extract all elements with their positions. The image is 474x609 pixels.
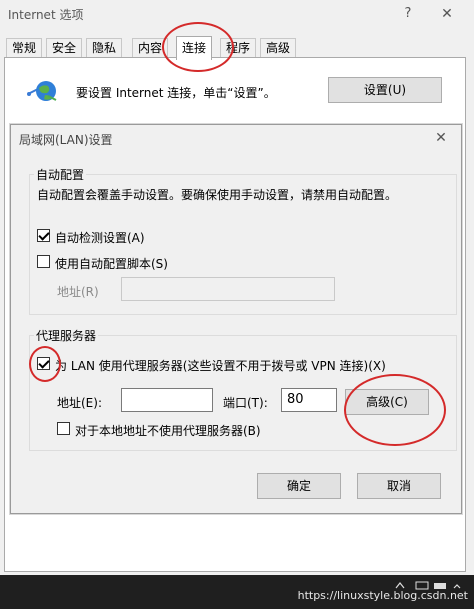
proxy-port-label: 端口(T):: [223, 396, 268, 410]
tab-general[interactable]: 常规: [6, 38, 43, 58]
lan-settings-dialog: 局域网(LAN)设置 ✕ 自动配置 自动配置会覆盖手动设置。要确保使用手动设置，…: [10, 124, 462, 514]
auto-detect-label: 自动检测设置(A): [55, 231, 145, 245]
proxy-address-label: 地址(E):: [57, 396, 102, 410]
auto-script-checkbox[interactable]: [37, 255, 50, 268]
advanced-button[interactable]: 高级(C): [345, 389, 429, 415]
setup-button[interactable]: 设置(U): [328, 77, 442, 103]
help-button[interactable]: ?: [398, 4, 418, 24]
ok-button[interactable]: 确定: [257, 473, 341, 499]
use-proxy-checkbox[interactable]: [37, 357, 50, 370]
dialog-close-button[interactable]: ✕: [431, 129, 451, 147]
proxy-port-input[interactable]: 80: [281, 388, 337, 412]
close-button[interactable]: ✕: [436, 4, 458, 24]
bypass-local-checkbox[interactable]: [57, 422, 70, 435]
script-address-input[interactable]: [121, 277, 335, 301]
setup-instruction: 要设置 Internet 连接，单击“设置”。: [76, 86, 276, 100]
tab-security[interactable]: 安全: [46, 38, 83, 58]
auto-script-label: 使用自动配置脚本(S): [55, 257, 168, 271]
tab-programs[interactable]: 程序: [220, 38, 257, 58]
watermark-text: https://linuxstyle.blog.csdn.net: [297, 589, 468, 602]
tab-connections[interactable]: 连接: [176, 36, 213, 60]
proxy-group-label: 代理服务器: [34, 327, 99, 344]
network-globe-icon: [27, 81, 57, 101]
cancel-button[interactable]: 取消: [357, 473, 441, 499]
dialog-title: 局域网(LAN)设置: [19, 133, 113, 147]
auto-config-group-label: 自动配置: [34, 166, 87, 183]
use-proxy-label: 为 LAN 使用代理服务器(这些设置不用于拨号或 VPN 连接)(X): [55, 359, 386, 373]
tab-advanced[interactable]: 高级: [260, 38, 297, 58]
bypass-local-label: 对于本地地址不使用代理服务器(B): [75, 424, 261, 438]
tab-content[interactable]: 内容: [132, 38, 169, 58]
script-address-label: 地址(R): [57, 285, 99, 299]
auto-detect-checkbox[interactable]: [37, 229, 50, 242]
tab-strip: 常规 安全 隐私 内容 连接 程序 高级: [6, 36, 466, 60]
proxy-address-input[interactable]: [121, 388, 213, 412]
auto-config-description: 自动配置会覆盖手动设置。要确保使用手动设置，请禁用自动配置。: [37, 188, 398, 202]
window-title: Internet 选项: [8, 8, 84, 22]
tab-privacy[interactable]: 隐私: [86, 38, 123, 58]
